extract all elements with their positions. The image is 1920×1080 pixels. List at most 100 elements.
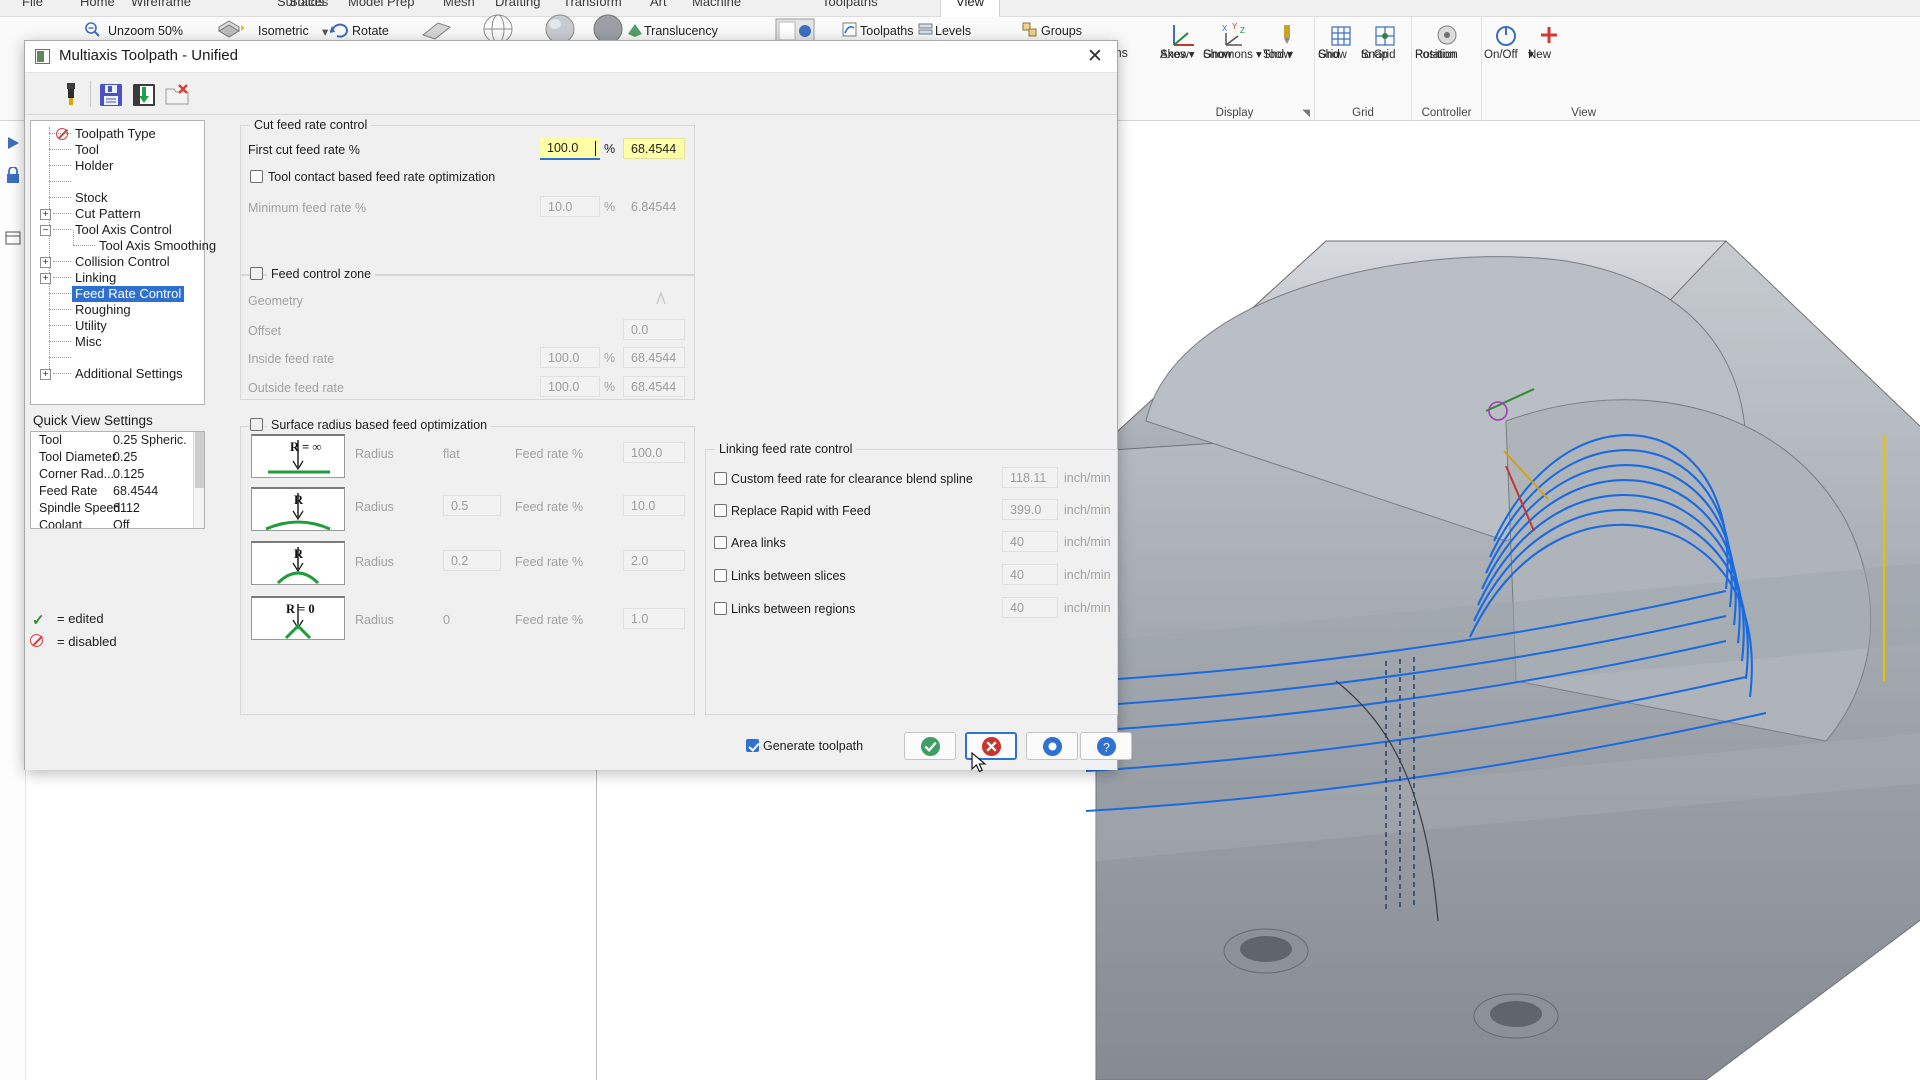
lock-icon[interactable] <box>5 167 21 185</box>
settings-tree[interactable]: Toolpath Type Tool Holder Stock + Cut Pa… <box>30 120 216 405</box>
expander-plus-icon[interactable]: + <box>40 369 51 380</box>
expander-minus-icon[interactable]: − <box>40 225 51 236</box>
inside-feed-rate-input[interactable]: 100.0 <box>540 347 600 368</box>
show-gnomons-line2: Gnomons ▾ <box>1203 49 1262 61</box>
radius-label-3: Radius <box>355 555 394 569</box>
translucency-command[interactable]: Translucency <box>644 24 718 38</box>
ribbon-group-viewsheets: On/Off New ▾ View <box>1482 17 1602 121</box>
expander-plus-icon[interactable]: + <box>40 257 51 268</box>
ribbon-tab-solids[interactable]: Solids <box>289 0 324 9</box>
minimum-feed-rate-value: 10.0 <box>548 200 573 214</box>
area-links-input[interactable]: 40 <box>1002 531 1058 552</box>
multiaxis-toolpath-dialog[interactable]: Multiaxis Toolpath - Unified ✕ Toolpath … <box>24 40 1132 770</box>
delete-file-icon[interactable] <box>165 84 189 106</box>
show-tool-button[interactable]: Show Tool ▾ <box>1263 21 1311 61</box>
viewsheet-new-button[interactable]: New ▾ <box>1528 21 1570 61</box>
groups-panel-button[interactable]: Groups <box>1041 24 1082 38</box>
tool-contact-optimization-checkbox[interactable] <box>250 170 263 183</box>
minimum-feed-rate-label: Minimum feed rate % <box>248 201 367 215</box>
toolpaths-panel-button[interactable]: Toolpaths <box>860 24 914 38</box>
groups-panel-icon <box>1022 22 1037 37</box>
first-cut-feed-rate-result: 68.4544 <box>623 138 685 159</box>
links-between-regions-checkbox[interactable] <box>714 602 727 615</box>
dialog-title: Multiaxis Toolpath - Unified <box>59 47 238 64</box>
minimum-feed-rate-input[interactable]: 10.0 <box>540 196 600 217</box>
ribbon-tab-model-prep[interactable]: Model Prep <box>348 0 414 9</box>
scrollbar-thumb[interactable] <box>195 432 204 488</box>
feed-rate-input-4[interactable]: 1.0 <box>623 608 685 629</box>
part-model <box>1086 240 1920 1080</box>
qv-value: 0.25 Spheric. <box>113 433 187 447</box>
area-links-checkbox[interactable] <box>714 536 727 549</box>
dialog-body: Toolpath Type Tool Holder Stock + Cut Pa… <box>25 115 1132 770</box>
feed-rate-input-1[interactable]: 100.0 <box>623 442 685 463</box>
tool-contact-optimization-label: Tool contact based feed rate optimizatio… <box>268 170 496 184</box>
radius-input-2[interactable]: 0.5 <box>443 495 501 516</box>
links-between-slices-checkbox[interactable] <box>714 569 727 582</box>
show-gnomons-button[interactable]: X Y Z Show Gnomons ▾ <box>1203 21 1263 61</box>
links-between-regions-input[interactable]: 40 <box>1002 597 1058 618</box>
qv-value: 68.4544 <box>113 484 159 498</box>
ribbon-tab-view[interactable]: View <box>940 0 1000 17</box>
radius-label-1: Radius <box>355 447 394 461</box>
custom-clearance-blend-input[interactable]: 118.11 <box>1002 467 1058 488</box>
quick-view-title: Quick View Settings <box>33 413 153 428</box>
show-axes-button[interactable]: Show Axes ▾ <box>1160 21 1206 61</box>
feed-rate-input-2[interactable]: 10.0 <box>623 495 685 516</box>
ribbon-tab-wireframe[interactable]: Wireframe <box>131 0 191 9</box>
viewsheet-onoff-button[interactable]: On/Off <box>1484 21 1528 61</box>
feed-rate-input-3[interactable]: 2.0 <box>623 550 685 571</box>
surface-radius-optimization-checkbox[interactable] <box>250 418 263 431</box>
rotate-command[interactable]: Rotate <box>352 24 389 38</box>
links-between-regions-unit: inch/min <box>1064 601 1111 615</box>
expander-plus-icon[interactable]: + <box>40 209 51 220</box>
ribbon-tab-drafting[interactable]: Drafting <box>495 0 541 9</box>
display-dialog-launcher[interactable]: ◥ <box>1302 108 1310 119</box>
ok-button[interactable] <box>904 732 956 760</box>
outside-feed-rate-input[interactable]: 100.0 <box>540 376 600 397</box>
plus-icon <box>1541 27 1557 43</box>
unzoom-50-command[interactable]: Unzoom 50% <box>108 24 183 38</box>
ribbon-tab-home[interactable]: Home <box>80 0 115 9</box>
apply-button[interactable] <box>1026 732 1078 760</box>
quick-view-scrollbar[interactable] <box>193 432 204 528</box>
outside-unit: % <box>604 380 616 394</box>
power-icon <box>1496 26 1516 46</box>
first-cut-feed-rate-input[interactable]: 100.0 <box>540 138 600 160</box>
ribbon-tab-file[interactable]: File <box>22 0 43 9</box>
feed-control-zone-checkbox[interactable] <box>250 267 263 280</box>
viewsheet-new-caret[interactable]: ▾ <box>1528 49 1534 61</box>
generate-toolpath-checkbox[interactable] <box>746 739 759 752</box>
list-icon[interactable] <box>5 231 21 245</box>
radius-input-3[interactable]: 0.2 <box>443 550 501 571</box>
expander-plus-icon[interactable]: + <box>40 273 51 284</box>
geometry-select-icon[interactable] <box>655 291 671 307</box>
toolbar-separator <box>90 81 91 107</box>
help-button[interactable]: ? <box>1080 732 1132 760</box>
radius-value-2: 0.5 <box>451 499 469 513</box>
rotation-position-button[interactable]: Rotation Position <box>1415 21 1478 61</box>
ribbon-tab-toolpaths[interactable]: Toolpaths <box>822 0 878 9</box>
tool-icon[interactable] <box>61 82 81 108</box>
ribbon-tab-transform[interactable]: Transform <box>563 0 622 9</box>
levels-panel-button[interactable]: Levels <box>935 24 971 38</box>
custom-clearance-blend-checkbox[interactable] <box>714 472 727 485</box>
import-icon[interactable] <box>132 83 156 107</box>
application-icon <box>35 49 50 64</box>
links-between-slices-input[interactable]: 40 <box>1002 564 1058 585</box>
ribbon-tab-machine[interactable]: Machine <box>692 0 741 9</box>
cancel-button[interactable] <box>965 732 1017 760</box>
save-icon[interactable] <box>99 83 123 107</box>
offset-input[interactable]: 0.0 <box>623 319 685 340</box>
play-icon[interactable] <box>5 135 21 151</box>
snap-to-grid-button[interactable]: Snap to Grid <box>1361 21 1409 61</box>
quick-view-table[interactable]: Tool 0.25 Spheric. Tool Diameter 0.25 Co… <box>30 431 205 529</box>
isometric-dropdown-caret[interactable]: ▾ <box>322 24 328 39</box>
replace-rapid-with-feed-input[interactable]: 399.0 <box>1002 499 1058 520</box>
replace-rapid-with-feed-checkbox[interactable] <box>714 504 727 517</box>
show-grid-button[interactable]: Show Grid <box>1318 21 1364 61</box>
isometric-command[interactable]: Isometric <box>258 24 309 38</box>
ribbon-tab-art[interactable]: Art <box>650 0 667 9</box>
ribbon-tab-mesh[interactable]: Mesh <box>443 0 475 9</box>
close-icon[interactable]: ✕ <box>1073 41 1117 73</box>
